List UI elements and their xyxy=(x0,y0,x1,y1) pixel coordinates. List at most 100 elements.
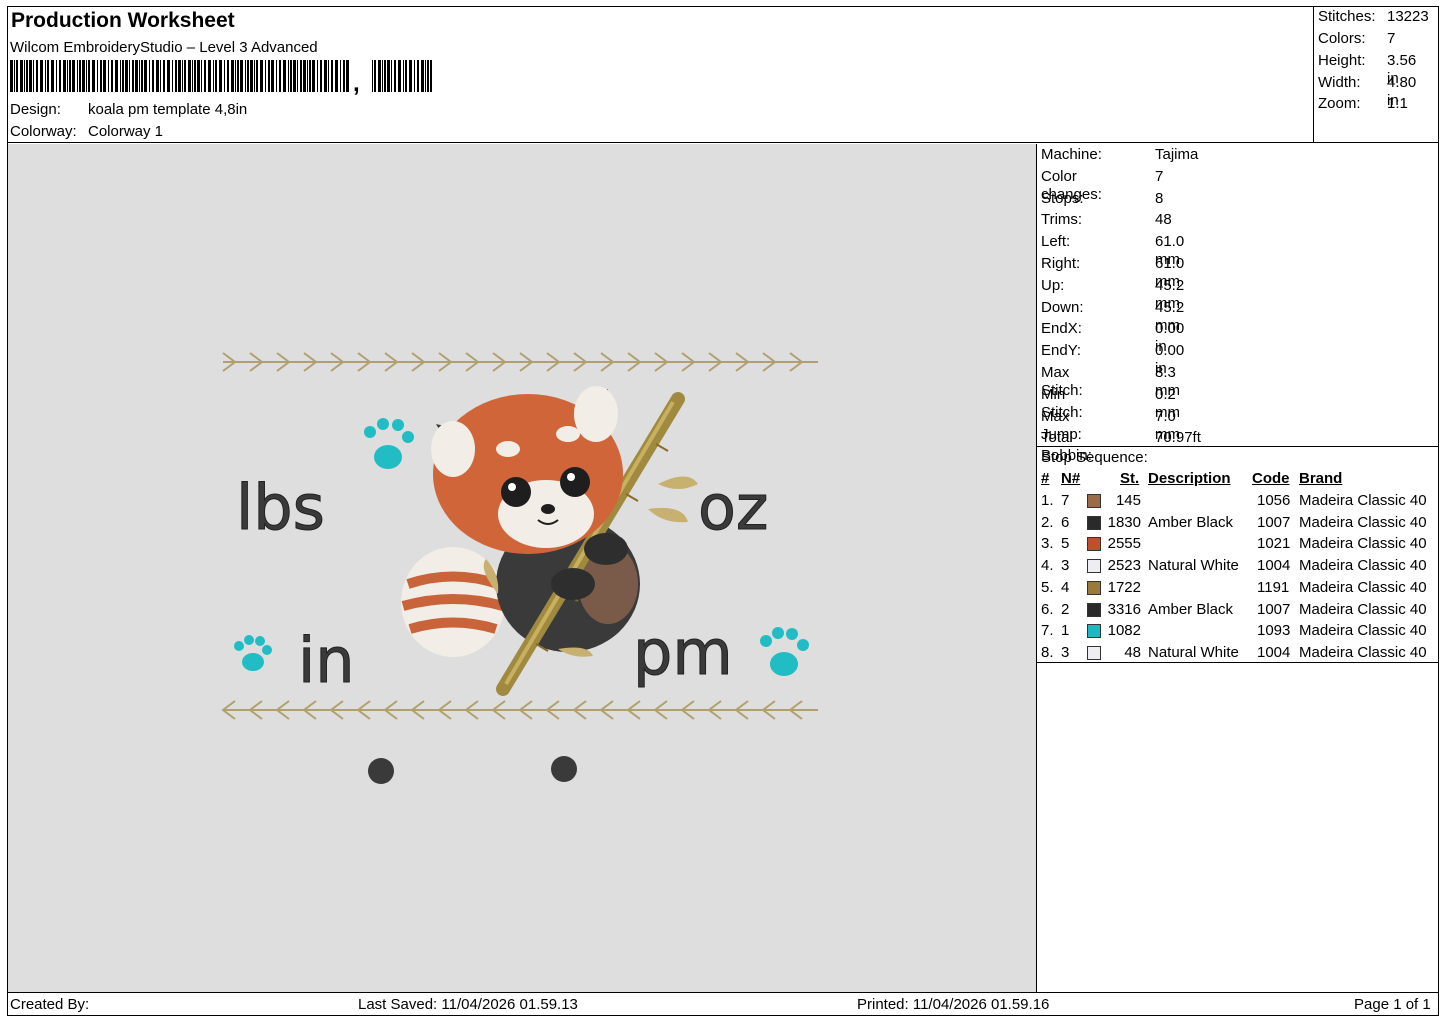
seq-stitches: 3316 xyxy=(1107,600,1141,618)
arrow-border-top xyxy=(222,352,818,372)
color-swatch xyxy=(1087,580,1101,595)
sequence-row: 1. 7 145 1056 Madeira Classic 40 xyxy=(1041,492,1441,513)
paw-print-icon xyxy=(760,627,809,676)
color-swatch xyxy=(1087,602,1101,617)
design-text-pm: pm xyxy=(633,616,733,689)
seq-brand: Madeira Classic 40 xyxy=(1299,622,1427,640)
seq-needle: 7 xyxy=(1061,492,1070,509)
sequence-row: 7. 1 1082 1093 Madeira Classic 40 xyxy=(1041,622,1441,643)
seq-code: 1056 xyxy=(1257,492,1291,509)
design-text-in: in xyxy=(298,624,355,697)
seq-num: 2. xyxy=(1041,513,1054,531)
seq-brand: Madeira Classic 40 xyxy=(1299,492,1427,509)
header-divider xyxy=(7,142,1439,143)
seq-needle: 3 xyxy=(1061,557,1070,575)
seq-brand: Madeira Classic 40 xyxy=(1299,513,1427,531)
seq-stitches: 2555 xyxy=(1107,535,1141,553)
info-label: Down: xyxy=(1041,298,1084,316)
seq-description: Amber Black xyxy=(1148,600,1234,618)
sequence-row: 3. 5 2555 1021 Madeira Classic 40 xyxy=(1041,535,1441,556)
sequence-row: 5. 4 1722 1191 Madeira Classic 40 xyxy=(1041,579,1441,600)
barcode-separator: , xyxy=(353,70,360,97)
col-n: N# xyxy=(1061,470,1081,487)
seq-brand: Madeira Classic 40 xyxy=(1299,535,1427,553)
seq-code: 1004 xyxy=(1257,557,1291,575)
seq-num: 8. xyxy=(1041,643,1054,661)
seq-needle: 1 xyxy=(1061,622,1070,640)
seq-stitches: 2523 xyxy=(1107,557,1141,575)
seq-stitches: 1082 xyxy=(1107,622,1141,640)
paw-print-icon xyxy=(364,418,414,469)
seq-num: 3. xyxy=(1041,535,1054,553)
seq-brand: Madeira Classic 40 xyxy=(1299,578,1427,596)
printed-date: Printed: 11/04/2026 01.59.16 xyxy=(857,996,1050,1013)
info-label: EndX: xyxy=(1041,320,1082,338)
design-text-oz: oz xyxy=(698,471,768,544)
seq-description: Natural White xyxy=(1148,557,1239,575)
seq-needle: 6 xyxy=(1061,513,1070,531)
info-label: EndY: xyxy=(1041,342,1082,360)
col-st: St. xyxy=(1120,470,1140,487)
sequence-row: 4. 3 2523 Natural White 1004 Madeira Classic … xyxy=(1041,557,1441,578)
color-swatch xyxy=(1087,537,1101,552)
colorway-label: Colorway: xyxy=(10,123,77,140)
seq-num: 1. xyxy=(1041,492,1054,509)
info-value: 70.97ft xyxy=(1155,429,1201,447)
seq-needle: 5 xyxy=(1061,535,1070,553)
stop-sequence-title: Stop Sequence: xyxy=(1041,449,1148,466)
placement-dot xyxy=(368,758,394,784)
info-value: 7 xyxy=(1155,167,1164,185)
seq-code: 1093 xyxy=(1257,622,1291,640)
paw-print-icon xyxy=(234,635,272,671)
design-value: koala pm template 4,8in xyxy=(88,101,248,118)
seq-brand: Madeira Classic 40 xyxy=(1299,557,1427,575)
page-number: Page 1 of 1 xyxy=(1354,996,1431,1013)
last-saved: Last Saved: 11/04/2026 01.59.13 xyxy=(358,996,578,1013)
color-swatch xyxy=(1087,624,1101,639)
info-value: 8 xyxy=(1155,189,1164,207)
info-value: Tajima xyxy=(1155,146,1199,163)
seq-code: 1191 xyxy=(1257,578,1290,596)
seq-brand: Madeira Classic 40 xyxy=(1299,643,1427,661)
col-description: Description xyxy=(1148,470,1231,487)
seq-stitches: 1830 xyxy=(1107,513,1141,531)
info-label: Trims: xyxy=(1041,211,1083,229)
info-label: Left: xyxy=(1041,233,1071,251)
info-value: 48 xyxy=(1155,211,1172,229)
col-num: # xyxy=(1041,470,1050,487)
stats-divider xyxy=(1313,6,1314,143)
seq-num: 5. xyxy=(1041,578,1054,596)
info-label: Right: xyxy=(1041,255,1081,272)
colorway-value: Colorway 1 xyxy=(88,123,164,140)
info-label: Stops: xyxy=(1041,189,1084,207)
design-preview: lbs oz in pm xyxy=(8,144,1037,993)
placement-dot xyxy=(551,756,577,782)
sequence-divider xyxy=(1036,662,1439,663)
seq-description: Amber Black xyxy=(1148,513,1234,531)
seq-stitches: 48 xyxy=(1124,643,1141,661)
software-name: Wilcom EmbroideryStudio – Level 3 Advanc… xyxy=(10,39,318,56)
seq-code: 1004 xyxy=(1257,643,1291,661)
barcode xyxy=(10,60,432,92)
color-swatch xyxy=(1087,494,1101,508)
color-swatch xyxy=(1087,645,1101,660)
seq-num: 4. xyxy=(1041,557,1054,575)
info-divider xyxy=(1036,446,1439,447)
page-title: Production Worksheet xyxy=(11,9,235,32)
seq-needle: 4 xyxy=(1061,578,1070,596)
color-swatch xyxy=(1087,559,1101,574)
design-text-lbs: lbs xyxy=(236,471,325,544)
design-label: Design: xyxy=(10,101,61,118)
seq-stitches: 1722 xyxy=(1107,578,1141,596)
col-brand: Brand xyxy=(1299,470,1343,487)
seq-code: 1007 xyxy=(1257,513,1291,531)
seq-description: Natural White xyxy=(1148,643,1239,661)
created-by: Created By: xyxy=(10,996,90,1013)
info-label: Machine: xyxy=(1041,146,1102,163)
sequence-row: 2. 6 1830 Amber Black 1007 Madeira Classic 40 xyxy=(1041,514,1441,535)
color-swatch xyxy=(1087,515,1101,530)
seq-stitches: 145 xyxy=(1115,492,1141,509)
embroidery-design: lbs oz in pm xyxy=(221,352,818,784)
sequence-row: 6. 2 3316 Amber Black 1007 Madeira Classic 40 xyxy=(1041,601,1441,622)
seq-num: 7. xyxy=(1041,622,1054,640)
